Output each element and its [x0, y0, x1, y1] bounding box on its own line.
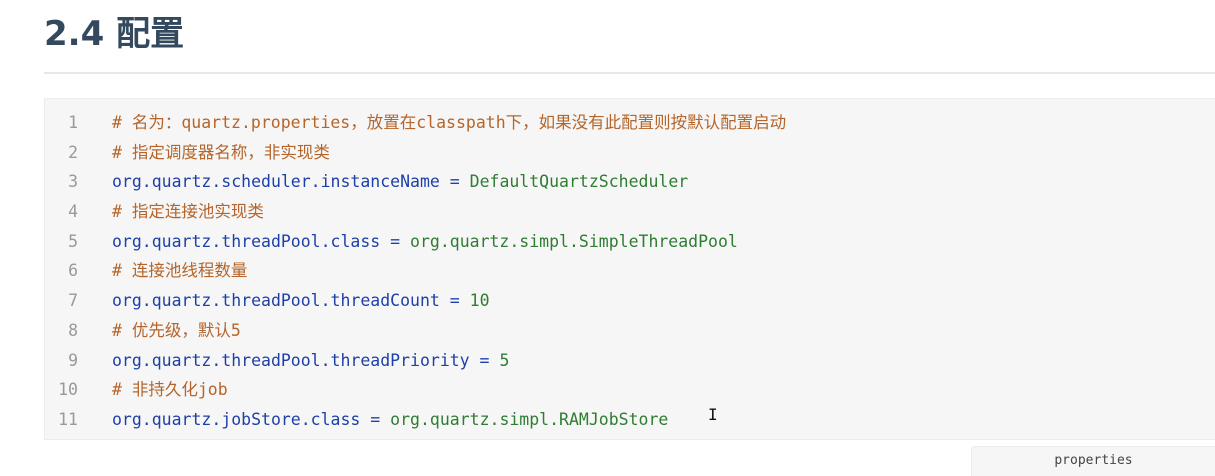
code-comment: # 优先级，默认5	[112, 320, 241, 340]
line-content: # 名为：quartz.properties，放置在classpath下，如果没…	[112, 108, 786, 138]
property-value: 10	[469, 291, 490, 311]
line-number: 6	[68, 261, 78, 281]
property-key: org.quartz.threadPool.threadCount	[112, 291, 440, 311]
line-content: org.quartz.threadPool.threadCount = 10	[112, 286, 490, 316]
doc-page: 2.4 配置 1 # 名为：quartz.properties，放置在classp…	[0, 0, 1215, 476]
code-line: 8 # 优先级，默认5	[45, 316, 1215, 346]
code-comment: # 连接池线程数量	[112, 261, 248, 281]
line-number: 2	[68, 142, 78, 162]
line-content: org.quartz.scheduler.instanceName = Defa…	[112, 167, 688, 197]
code-language-label: properties	[971, 446, 1215, 476]
line-number: 1	[68, 113, 78, 132]
line-number: 11	[58, 409, 78, 429]
line-content: org.quartz.threadPool.class = org.quartz…	[112, 227, 738, 257]
text-cursor-icon: I	[708, 406, 718, 424]
property-key: org.quartz.threadPool.class	[112, 231, 381, 251]
code-line: 3 org.quartz.scheduler.instanceName = Def…	[45, 167, 1215, 197]
property-operator: =	[469, 350, 500, 370]
line-number: 4	[68, 202, 78, 222]
code-line: 4 # 指定连接池实现类	[45, 197, 1215, 227]
code-comment: # 指定连接池实现类	[112, 202, 264, 222]
property-operator: =	[380, 231, 411, 251]
heading-divider	[44, 72, 1215, 74]
code-comment: # 名为：quartz.properties，放置在classpath下，如果没…	[112, 113, 787, 132]
code-line: 10 # 非持久化job	[45, 375, 1215, 405]
property-operator: =	[360, 409, 391, 429]
line-number: 3	[68, 172, 78, 192]
code-comment: # 非持久化job	[112, 380, 228, 400]
line-content: org.quartz.jobStore.class = org.quartz.s…	[112, 405, 668, 435]
code-line: 2 # 指定调度器名称，非实现类	[45, 138, 1215, 168]
code-line: 1 # 名为：quartz.properties，放置在classpath下，如果…	[45, 108, 1215, 138]
code-line: 6 # 连接池线程数量	[45, 256, 1215, 286]
line-number: 8	[68, 320, 78, 340]
line-content: # 非持久化job	[112, 375, 228, 405]
property-key: org.quartz.jobStore.class	[112, 409, 361, 429]
line-content: # 优先级，默认5	[112, 316, 241, 346]
code-line: 5 org.quartz.threadPool.class = org.quart…	[45, 227, 1215, 257]
property-operator: =	[439, 172, 470, 192]
line-content: # 指定调度器名称，非实现类	[112, 138, 330, 168]
code-line: 9 org.quartz.threadPool.threadPriority = …	[45, 346, 1215, 376]
line-number: 7	[68, 291, 78, 311]
line-number: 9	[68, 350, 78, 370]
property-value: org.quartz.simpl.SimpleThreadPool	[410, 231, 738, 251]
code-lines: 1 # 名为：quartz.properties，放置在classpath下，如果…	[45, 108, 1215, 435]
code-block[interactable]: 1 # 名为：quartz.properties，放置在classpath下，如果…	[44, 98, 1215, 440]
property-value: 5	[499, 350, 510, 370]
line-content: org.quartz.threadPool.threadPriority = 5	[112, 346, 509, 376]
property-key: org.quartz.threadPool.threadPriority	[112, 350, 470, 370]
section-heading: 2.4 配置	[44, 14, 185, 54]
line-number: 10	[58, 380, 78, 400]
code-comment: # 指定调度器名称，非实现类	[112, 142, 330, 162]
property-value: org.quartz.simpl.RAMJobStore	[390, 409, 669, 429]
property-value: DefaultQuartzScheduler	[469, 172, 689, 192]
property-key: org.quartz.scheduler.instanceName	[112, 172, 440, 192]
line-content: # 连接池线程数量	[112, 256, 247, 286]
property-operator: =	[439, 291, 470, 311]
code-line: 11 org.quartz.jobStore.class = org.quartz…	[45, 405, 1215, 435]
line-content: # 指定连接池实现类	[112, 197, 264, 227]
code-line: 7 org.quartz.threadPool.threadCount = 10	[45, 286, 1215, 316]
line-number: 5	[68, 231, 78, 251]
